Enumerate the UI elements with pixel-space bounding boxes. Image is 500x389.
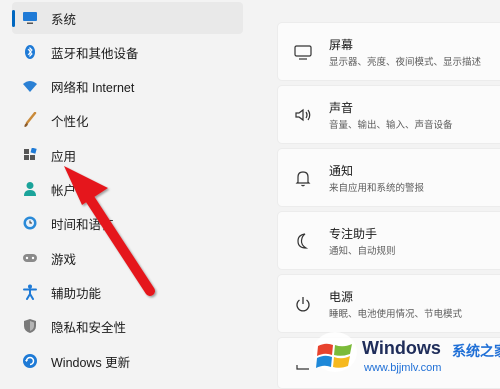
settings-card-sound[interactable]: 声音 音量、输出、输入、声音设备 bbox=[277, 85, 500, 144]
card-subtitle: 睡眠、电池使用情况、节电模式 bbox=[329, 309, 463, 320]
card-title: 屏幕 bbox=[329, 38, 354, 52]
watermark: Windows 系统之家 www.bjjmlv.com bbox=[306, 326, 500, 382]
moon-icon bbox=[293, 231, 313, 251]
nav-item-accessibility[interactable]: 辅助功能 bbox=[12, 276, 243, 308]
card-title: 声音 bbox=[329, 101, 354, 115]
nav-label: 应用 bbox=[51, 149, 77, 164]
nav-label: 隐私和安全性 bbox=[51, 320, 127, 335]
windows-logo-icon bbox=[312, 330, 358, 379]
nav-label: 系统 bbox=[51, 12, 77, 27]
nav-item-bluetooth[interactable]: 蓝牙和其他设备 bbox=[12, 36, 243, 68]
display-icon bbox=[293, 42, 313, 62]
person-icon bbox=[22, 181, 38, 197]
nav-item-personalization[interactable]: 个性化 bbox=[12, 104, 243, 136]
card-subtitle: 音量、输出、输入、声音设备 bbox=[329, 120, 453, 131]
watermark-brand: Windows bbox=[362, 338, 441, 358]
apps-icon bbox=[22, 147, 38, 163]
speaker-icon bbox=[293, 105, 313, 125]
brush-icon bbox=[22, 112, 38, 128]
card-title: 电源 bbox=[329, 290, 354, 304]
navigation-sidebar: 系统 蓝牙和其他设备 网络和 Internet 个性化 应用 帐户 时间和语言 … bbox=[0, 0, 250, 382]
card-title: 通知 bbox=[329, 164, 354, 178]
nav-label: 时间和语言 bbox=[51, 217, 114, 232]
wifi-icon bbox=[22, 78, 38, 94]
card-subtitle: 显示器、亮度、夜间模式、显示描述 bbox=[329, 57, 482, 68]
nav-item-system[interactable]: 系统 bbox=[12, 2, 243, 34]
nav-item-windows-update[interactable]: Windows 更新 bbox=[12, 345, 243, 377]
nav-item-accounts[interactable]: 帐户 bbox=[12, 173, 243, 205]
watermark-brand-cn: 系统之家 bbox=[452, 343, 500, 359]
nav-item-time-language[interactable]: 时间和语言 bbox=[12, 207, 243, 239]
globe-clock-icon bbox=[22, 215, 38, 231]
nav-item-privacy[interactable]: 隐私和安全性 bbox=[12, 310, 243, 342]
nav-label: 网络和 Internet bbox=[51, 80, 135, 95]
nav-label: 蓝牙和其他设备 bbox=[51, 46, 139, 61]
selection-indicator bbox=[12, 10, 15, 27]
settings-card-notifications[interactable]: 通知 来自应用和系统的警报 bbox=[277, 148, 500, 207]
nav-item-apps[interactable]: 应用 bbox=[12, 139, 243, 171]
settings-card-power[interactable]: 电源 睡眠、电池使用情况、节电模式 bbox=[277, 274, 500, 333]
card-subtitle: 通知、自动规则 bbox=[329, 246, 396, 257]
nav-item-gaming[interactable]: 游戏 bbox=[12, 242, 243, 274]
bluetooth-icon bbox=[22, 44, 38, 60]
nav-label: 个性化 bbox=[51, 114, 89, 129]
card-subtitle: 来自应用和系统的警报 bbox=[329, 183, 425, 194]
nav-label: 游戏 bbox=[51, 252, 77, 267]
bell-icon bbox=[293, 168, 313, 188]
monitor-icon bbox=[22, 10, 38, 26]
power-icon bbox=[293, 294, 313, 314]
nav-item-network[interactable]: 网络和 Internet bbox=[12, 70, 243, 102]
nav-label: 帐户 bbox=[51, 183, 77, 198]
watermark-url: www.bjjmlv.com bbox=[364, 362, 442, 374]
nav-label: Windows 更新 bbox=[51, 355, 131, 370]
settings-card-display[interactable]: 屏幕 显示器、亮度、夜间模式、显示描述 bbox=[277, 22, 500, 81]
nav-label: 辅助功能 bbox=[51, 286, 102, 301]
settings-card-focus-assist[interactable]: 专注助手 通知、自动规则 bbox=[277, 211, 500, 270]
accessibility-icon bbox=[22, 284, 38, 300]
shield-icon bbox=[22, 318, 38, 334]
card-title: 专注助手 bbox=[329, 227, 378, 241]
gamepad-icon bbox=[22, 250, 38, 266]
update-icon bbox=[22, 353, 38, 369]
